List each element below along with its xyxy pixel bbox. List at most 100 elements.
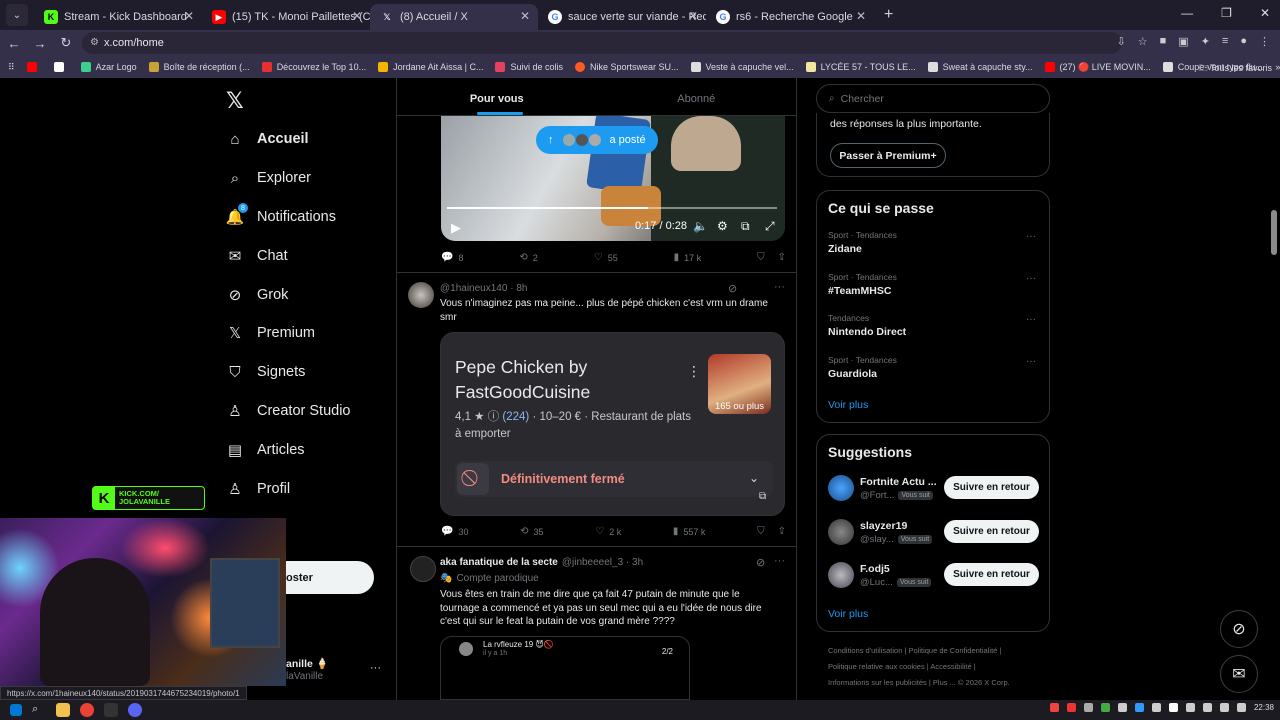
x-logo-icon[interactable]: 𝕏	[226, 88, 244, 114]
suggestions-show-more[interactable]: Voir plus	[828, 608, 868, 620]
suggestion-name[interactable]: Fortnite Actu ...	[860, 476, 940, 488]
app-icon[interactable]	[104, 703, 118, 717]
close-tab-icon[interactable]: ✕	[352, 9, 362, 23]
scrollbar[interactable]	[1271, 210, 1277, 255]
browser-tab-active[interactable]: 𝕏 (8) Accueil / X ✕	[370, 4, 538, 30]
extension-icon[interactable]: ■	[1160, 35, 1167, 48]
more-icon[interactable]: ⋮	[1259, 35, 1270, 48]
install-icon[interactable]: ⇩	[1117, 35, 1126, 48]
image-share-icon[interactable]: ⧉	[759, 491, 766, 502]
address-bar[interactable]: ⚙ x.com/home	[82, 32, 1122, 54]
avatar[interactable]	[828, 475, 854, 501]
puzzle-icon[interactable]: ✦	[1201, 35, 1210, 48]
file-explorer-icon[interactable]	[56, 703, 70, 717]
more-icon[interactable]: ···	[1026, 231, 1036, 242]
chrome-icon[interactable]	[80, 703, 94, 717]
premium-button[interactable]: Passer à Premium+	[830, 143, 946, 168]
avatar[interactable]	[828, 562, 854, 588]
trend-item[interactable]: Zidane	[828, 243, 862, 255]
search-icon[interactable]: ⌕	[32, 703, 46, 717]
follow-back-button[interactable]: Suivre en retour	[944, 563, 1039, 586]
trend-item[interactable]: #TeamMHSC	[828, 285, 891, 297]
views-button[interactable]: ▮ 17 k	[674, 252, 702, 263]
repost-button[interactable]: ⟲ 35	[520, 526, 543, 537]
restore-icon[interactable]: ❐	[1221, 6, 1232, 20]
avatar[interactable]	[408, 282, 434, 308]
browser-tab[interactable]: K Stream - Kick Dashboard ✕	[34, 4, 202, 30]
closed-banner[interactable]: ⃠ Définitivement fermé ⌄	[455, 461, 773, 497]
bookmark[interactable]: Nike Sportswear SU...	[575, 62, 679, 72]
menu-icon[interactable]: ≡	[1222, 35, 1228, 48]
close-tab-icon[interactable]: ✕	[184, 9, 194, 23]
bookmark-icon[interactable]: ⛉	[757, 252, 765, 263]
browser-tab[interactable]: G rs6 - Recherche Google ✕	[706, 4, 874, 30]
reply-button[interactable]: 💬 8	[441, 252, 463, 263]
bookmark-icon[interactable]: ⛉	[757, 526, 765, 537]
trend-item[interactable]: Guardiola	[828, 368, 877, 380]
discord-icon[interactable]	[128, 703, 142, 717]
account-name[interactable]: anille 🍦	[286, 657, 329, 670]
back-icon[interactable]: ←	[2, 36, 26, 51]
tab-for-you[interactable]: Pour vous	[397, 82, 597, 115]
nav-item-notifications[interactable]: 🔔 8 Notifications	[226, 203, 336, 226]
like-button[interactable]: ♡ 55	[594, 252, 618, 263]
new-posts-pill[interactable]: ↑ a posté	[536, 126, 658, 154]
post-handle[interactable]: @1haineux140 · 8h	[440, 283, 527, 294]
bookmark[interactable]	[53, 62, 69, 72]
avatar[interactable]	[828, 518, 854, 545]
bookmark[interactable]: Découvrez le Top 10...	[261, 62, 366, 72]
bookmark[interactable]: (27) 🔴 LIVE MOVIN...	[1044, 62, 1151, 73]
close-tab-icon[interactable]: ✕	[520, 9, 530, 23]
account-more-icon[interactable]: ···	[370, 662, 381, 674]
close-window-icon[interactable]: ✕	[1260, 6, 1270, 20]
footer-line[interactable]: Informations sur les publicités | Plus .…	[828, 678, 1010, 687]
more-vert-icon[interactable]: ⋮	[687, 363, 701, 380]
browser-tab[interactable]: G sauce verte sur viande - Recher ✕	[538, 4, 706, 30]
share-icon[interactable]: ⇪	[778, 252, 786, 263]
trend-item[interactable]: Nintendo Direct	[828, 326, 906, 338]
nav-item-accueil[interactable]: ⌂ Accueil	[226, 130, 308, 148]
close-tab-icon[interactable]: ✕	[688, 9, 698, 23]
share-icon[interactable]: ⇪	[778, 526, 786, 537]
trends-show-more[interactable]: Voir plus	[828, 399, 868, 411]
nav-item-grok[interactable]: ⊘ Grok	[226, 286, 289, 304]
bookmark[interactable]: Azar Logo	[80, 62, 137, 72]
grok-icon[interactable]: ⊘	[756, 556, 765, 569]
windows-start-icon[interactable]	[10, 704, 22, 716]
site-info-icon[interactable]: ⚙	[90, 37, 99, 48]
grok-fab-icon[interactable]: ⊘	[1220, 610, 1258, 648]
suggestion-name[interactable]: slayzer19	[860, 520, 940, 532]
nav-item-articles[interactable]: ▤ Articles	[226, 441, 305, 459]
nav-item-explorer[interactable]: ⌕ Explorer	[226, 169, 311, 187]
pip-icon[interactable]: ⧉	[741, 219, 750, 234]
more-icon[interactable]: ···	[1026, 314, 1036, 325]
play-icon[interactable]: ▶	[451, 220, 461, 236]
image-card[interactable]: Pepe Chicken by FastGoodCuisine ⋮ 165 ou…	[440, 332, 785, 516]
nav-item-chat[interactable]: ✉ Chat	[226, 247, 288, 265]
more-icon[interactable]: ···	[1026, 273, 1036, 284]
close-tab-icon[interactable]: ✕	[856, 9, 866, 23]
bookmark[interactable]: LYCÉE 57 - TOUS LE...	[805, 62, 916, 72]
follow-back-button[interactable]: Suivre en retour	[944, 476, 1039, 499]
apps-icon[interactable]: ⠿	[8, 62, 15, 73]
more-icon[interactable]: ···	[774, 281, 785, 293]
browser-tab[interactable]: ▶ (15) TK - Monoi Paillettes (Clip ✕	[202, 4, 370, 30]
fullscreen-icon[interactable]: ⤢	[765, 219, 775, 234]
bookmark[interactable]: Veste à capuche vel...	[690, 62, 794, 72]
star-icon[interactable]: ☆	[1138, 35, 1148, 48]
views-button[interactable]: ▮ 557 k	[673, 526, 706, 537]
place-thumbnail[interactable]: 165 ou plus	[708, 354, 771, 414]
tab-search-icon[interactable]: ⌄	[6, 4, 28, 26]
more-icon[interactable]: ···	[1026, 356, 1036, 367]
repost-button[interactable]: ⟲ 2	[519, 252, 537, 263]
reload-icon[interactable]: ↻	[54, 35, 78, 51]
nav-item-premium[interactable]: 𝕏 Premium	[226, 324, 315, 342]
bookmarks-overflow-icon[interactable]: »	[1275, 62, 1280, 72]
avatar[interactable]	[410, 556, 436, 582]
tab-following[interactable]: Abonné	[597, 82, 797, 115]
bookmark[interactable]: Sweat à capuche sty...	[927, 62, 1033, 72]
bookmark[interactable]: Suivi de colis	[495, 62, 563, 72]
all-bookmarks[interactable]: 🗀 Tous les favoris	[1199, 61, 1272, 77]
post-handle[interactable]: @jinbeeeel_3 · 3h	[562, 557, 643, 568]
nav-item-profil[interactable]: ♙ Profil	[226, 480, 290, 498]
